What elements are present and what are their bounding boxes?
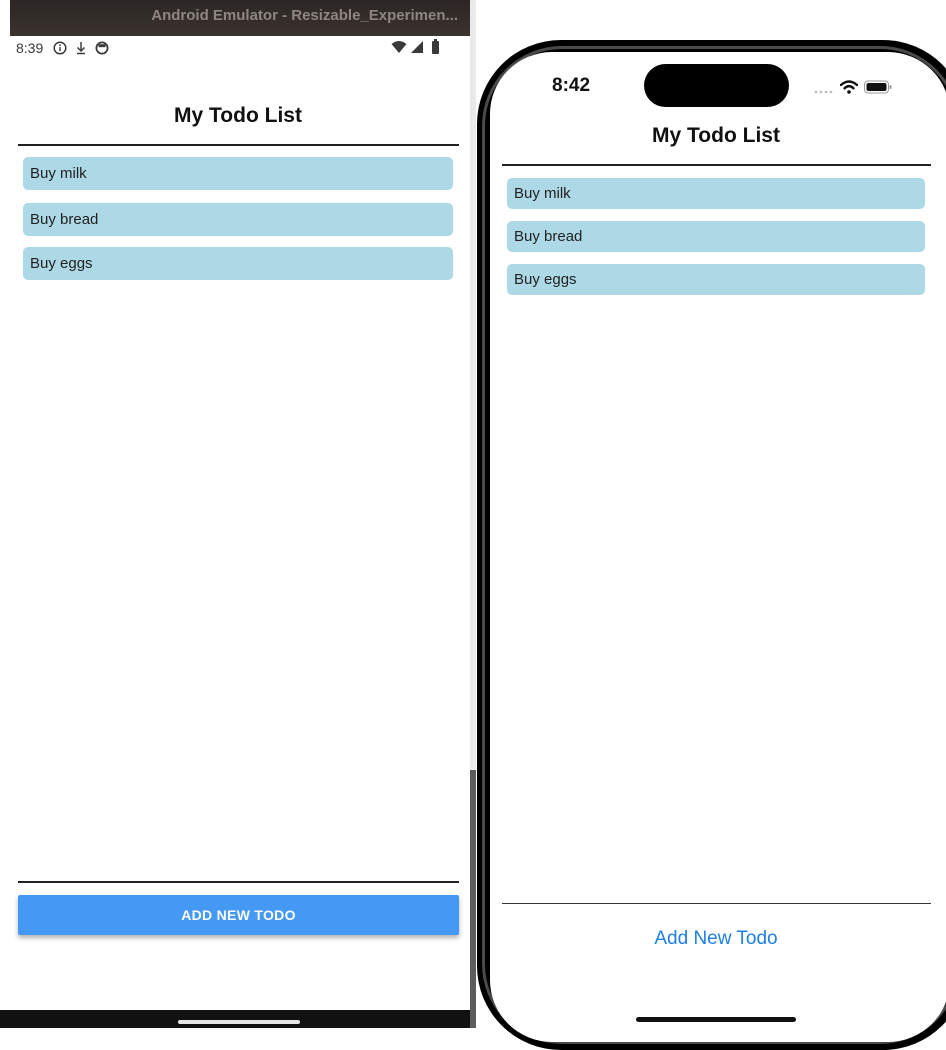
page-title: My Todo List xyxy=(652,124,780,147)
android-emulator-window: Android Emulator - Resizable_Experimen..… xyxy=(0,0,470,1028)
home-indicator[interactable] xyxy=(636,1017,796,1022)
add-new-todo-button[interactable]: ADD NEW TODO xyxy=(18,895,459,935)
todo-item[interactable]: Buy bread xyxy=(507,221,925,252)
android-status-bar: 8:39 xyxy=(0,36,470,60)
add-new-todo-button[interactable]: Add New Todo xyxy=(490,924,942,954)
ios-status-icons xyxy=(814,80,892,99)
home-gesture-handle[interactable] xyxy=(178,1020,300,1024)
todo-item[interactable]: Buy milk xyxy=(23,157,453,190)
scrollbar[interactable] xyxy=(470,770,476,1028)
cellular-dots-icon xyxy=(814,81,834,99)
emulator-title-bar[interactable]: Android Emulator - Resizable_Experimen..… xyxy=(10,0,470,36)
ios-status-time: 8:42 xyxy=(552,75,591,96)
signal-icon xyxy=(410,40,424,57)
todo-item[interactable]: Buy eggs xyxy=(507,264,925,295)
footer-divider xyxy=(18,881,459,883)
info-icon xyxy=(53,41,67,55)
todo-item[interactable]: Buy bread xyxy=(23,203,453,236)
todo-item[interactable]: Buy milk xyxy=(507,178,925,209)
battery-icon xyxy=(431,39,440,57)
sync-icon xyxy=(95,41,109,55)
battery-icon xyxy=(864,80,892,99)
title-divider xyxy=(18,144,459,146)
title-divider xyxy=(502,164,931,166)
emulator-window-title: Android Emulator - Resizable_Experimen..… xyxy=(151,7,458,24)
todo-item[interactable]: Buy eggs xyxy=(23,247,453,280)
android-status-time: 8:39 xyxy=(16,40,44,56)
dynamic-island xyxy=(644,64,789,107)
wifi-icon xyxy=(839,80,859,99)
footer-divider xyxy=(502,903,931,904)
page-title: My Todo List xyxy=(174,104,302,127)
iphone-screen: 8:42 My Todo List Buy milk Buy bread Buy… xyxy=(490,52,946,1042)
android-navigation-bar xyxy=(0,1010,470,1028)
download-icon xyxy=(75,41,87,55)
wifi-icon xyxy=(391,40,407,57)
